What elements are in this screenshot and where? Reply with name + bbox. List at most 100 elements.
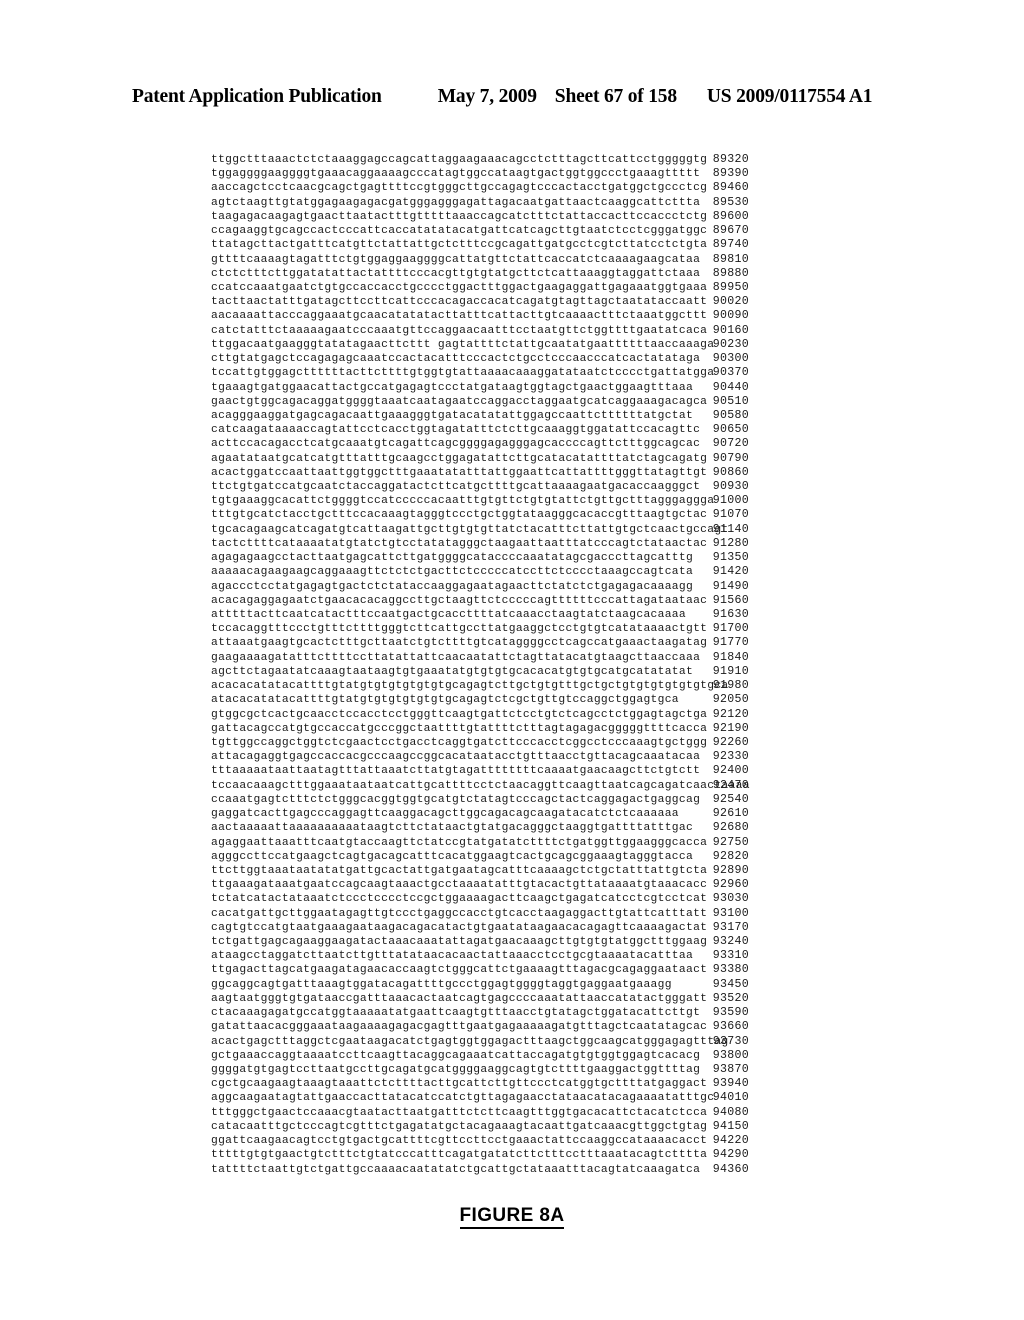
sequence-bases: cgctgcaagaagtaaagtaaattctcttttacttgcattc… (211, 1078, 708, 1091)
sequence-bases: tttaaaaataattaatagtttattaaatcttatgtagatt… (211, 765, 701, 778)
sequence-position-number: 94220 (712, 1134, 749, 1148)
sequence-position-number: 91560 (712, 593, 749, 607)
sequence-bases: ttggctttaaactctctaaaggagccagcattaggaagaa… (211, 154, 708, 166)
sequence-position-number: 90090 (712, 309, 749, 323)
sequence-row: aagtaatgggtgtgataaccgatttaaacactaatcagtg… (211, 992, 811, 1006)
sequence-bases: ggattcaagaacagtcctgtgactgcattttcgttccttc… (211, 1135, 708, 1148)
sequence-position-number: 93310 (712, 949, 749, 963)
sequence-position-number: 93870 (712, 1063, 749, 1076)
sequence-position-number: 90300 (712, 352, 749, 366)
sequence-bases: cagtgtccatgtaatgaaagaataagacagacatactgtg… (211, 921, 708, 934)
sequence-bases: ttggacaatgaagggtatatagaacttcttt gagtattt… (211, 338, 715, 351)
sequence-row: ttcttggtaaataatatatgattgcactattgatgaatag… (211, 864, 811, 878)
sequence-position-number: 89600 (712, 209, 749, 223)
sequence-position-number: 89460 (712, 181, 749, 195)
sequence-position-number: 90160 (712, 323, 749, 337)
sequence-position-number: 91770 (712, 636, 749, 650)
sequence-position-number: 92820 (712, 849, 749, 863)
sequence-position-number: 93800 (712, 1048, 749, 1062)
sequence-bases: ccagaaggtgcagccactcccattcaccatatatacatga… (211, 225, 708, 238)
sequence-bases: ttgagacttagcatgaagatagaacaccaagtctgggcat… (211, 964, 708, 977)
sequence-row: tattttctaattgtctgattgccaaaacaatatatctgca… (211, 1163, 811, 1177)
sequence-position-number: 94080 (712, 1105, 749, 1119)
sequence-bases: aggcaagaatagtattgaaccacttatacatccatctgtt… (211, 1092, 715, 1105)
document-number: US 2009/0117554 A1 (706, 86, 873, 107)
sequence-bases: tacttaactatttgatagcttccttcattcccacagacca… (211, 296, 708, 309)
sequence-position-number: 90440 (712, 380, 749, 394)
sequence-row: acttccacagacctcatgcaaatgtcagattcagcgggga… (211, 437, 811, 451)
page-header: Patent Application Publication May 7, 20… (132, 86, 894, 108)
sequence-row: acactgagctttaggctcgaataagacatctgagtggtgg… (211, 1035, 811, 1049)
sequence-row: tttgtgcatctacctgctttccacaaagtagggtccctgc… (211, 508, 811, 522)
sequence-position-number: 91490 (712, 579, 749, 593)
sequence-bases: tccattgtggagcttttttacttcttttgtggtgtattaa… (211, 367, 715, 380)
sequence-row: tacttaactatttgatagcttccttcattcccacagacca… (211, 295, 811, 309)
figure-caption-text: FIGURE 8A (459, 1205, 565, 1229)
sequence-bases: atttttacttcaatcatactttccaatgactgcacctttt… (211, 609, 686, 621)
sequence-row: agaatataatgcatcatgtttatttgcaagcctggagata… (211, 452, 811, 466)
sequence-row: ccatccaaatgaatctgtgccaccacctgcccctggactt… (211, 281, 811, 295)
sequence-row: aggcaagaatagtattgaaccacttatacatccatctgtt… (211, 1091, 811, 1105)
sequence-bases: acacacatatacattttgtatgtgtgtgtgtgtgcagagt… (211, 680, 729, 693)
sequence-bases: tttgtgcatctacctgctttccacaaagtagggtccctgc… (211, 509, 708, 522)
sequence-row: agtctaagttgtatggagaagagacgatgggagggagatt… (211, 196, 811, 210)
sequence-row: cgctgcaagaagtaaagtaaattctcttttacttgcattc… (211, 1077, 811, 1091)
sequence-bases: tccaacaaagctttggaaataataatcattgcattttcct… (211, 779, 750, 792)
sequence-position-number: 91140 (712, 522, 749, 536)
sequence-bases: aaaaacagaagaagcaggaaagttctctctgacttctccc… (211, 566, 694, 579)
sequence-row: ataagcctaggatcttaatcttgtttatataacacaacta… (211, 949, 811, 963)
sequence-position-number: 93940 (712, 1077, 749, 1091)
sequence-row: gtggcgctcactgcaacctccacctcctgggttcaagtga… (211, 708, 811, 722)
sequence-position-number: 91980 (712, 679, 749, 693)
sequence-bases: gattacagccatgtgccaccatgcccggctaattttgtat… (211, 722, 708, 735)
sequence-row: acacacatatacattttgtatgtgtgtgtgtgtgcagagt… (211, 679, 811, 693)
sequence-position-number: 91700 (712, 622, 749, 636)
sequence-row: catcaagataaaaccagtattcctcacctggtagatattt… (211, 423, 811, 437)
publication-date: May 7, 2009 (437, 86, 537, 107)
sequence-bases: ataagcctaggatcttaatcttgtttatataacacaacta… (211, 950, 694, 963)
sequence-row: tgtgaaaggcacattctggggtccatcccccacaatttgt… (211, 494, 811, 508)
sequence-row: aactaaaaattaaaaaaaaaataagtcttctataactgta… (211, 821, 811, 835)
sequence-position-number: 94010 (712, 1091, 749, 1105)
sequence-bases: gaggatcacttgagcccaggagttcaaggacagcttggca… (211, 808, 679, 821)
sequence-position-number: 94150 (712, 1119, 749, 1133)
sequence-row: ggggatgtgagtccttaatgccttgcagatgcatggggaa… (211, 1063, 811, 1077)
sequence-position-number: 91840 (712, 650, 749, 664)
sequence-row: tttttgtgtgaactgtctttctgtatcccatttcagatga… (211, 1148, 811, 1162)
sequence-row: gattacagccatgtgccaccatgcccggctaattttgtat… (211, 722, 811, 736)
sequence-bases: aacaaaattacccaggaaatgcaacatatatacttatttc… (211, 310, 708, 323)
sequence-bases: catctatttctaaaaagaatcccaaatgttccaggaacaa… (211, 324, 708, 337)
sequence-bases: ccaaatgagtctttctctgggcacggtggtgcatgtctat… (211, 793, 701, 806)
sequence-position-number: 91000 (712, 494, 749, 508)
sequence-position-number: 89740 (712, 238, 749, 252)
sequence-row: tccattgtggagcttttttacttcttttgtggtgtattaa… (211, 366, 811, 380)
sequence-bases: tgaaagtgatggaacattactgccatgagagtccctatga… (211, 381, 694, 394)
sequence-row: ctctctttcttggatatattactattttcccacgttgtgt… (211, 267, 811, 281)
sequence-position-number: 90580 (712, 408, 749, 422)
sequence-position-number: 93660 (712, 1020, 749, 1034)
sequence-row: tctgattgagcagaaggaagatactaaacaaatattagat… (211, 935, 811, 949)
sequence-bases: ggggatgtgagtccttaatgccttgcagatgcatggggaa… (211, 1064, 701, 1076)
sequence-row: tttgggctgaactccaaacgtaatacttaatgatttctct… (211, 1106, 811, 1120)
sequence-row: ttggacaatgaagggtatatagaacttcttt gagtattt… (211, 338, 811, 352)
sequence-position-number: 93520 (712, 991, 749, 1005)
sequence-bases: tctgattgagcagaaggaagatactaaacaaatattagat… (211, 936, 708, 949)
sequence-position-number: 91630 (712, 608, 749, 621)
sequence-position-number: 92190 (712, 721, 749, 735)
sequence-position-number: 93730 (712, 1034, 749, 1048)
sequence-bases: agaccctcctatgagagtgactctctataccaaggagaat… (211, 580, 694, 593)
sequence-row: tggaggggaaggggtgaaacaggaaaagcccatagtggcc… (211, 167, 811, 181)
sequence-row: ccagaaggtgcagccactcccattcaccatatatacatga… (211, 224, 811, 238)
sequence-bases: catcaagataaaaccagtattcctcacctggtagatattt… (211, 424, 701, 437)
sequence-bases: agaggaattaaatttcaatgtaccaagttctatccgtatg… (211, 836, 708, 849)
sequence-bases: gaagaaaagatatttcttttccttatattattcaacaata… (211, 651, 701, 664)
sequence-position-number: 92680 (712, 821, 749, 835)
sequence-row: ttatagcttactgatttcatgttctattattgctctttcc… (211, 238, 811, 252)
sequence-position-number: 90650 (712, 423, 749, 437)
sequence-row: gaagaaaagatatttcttttccttatattattcaacaata… (211, 651, 811, 665)
sequence-row: agaccctcctatgagagtgactctctataccaaggagaat… (211, 580, 811, 594)
sequence-row: catctatttctaaaaagaatcccaaatgttccaggaacaa… (211, 324, 811, 338)
sequence-position-number: 89950 (712, 280, 749, 294)
sequence-bases: ttctgtgatccatgcaatctaccaggatactcttcatgct… (211, 481, 701, 494)
sequence-bases: attaaatgaagtgcactctttgcttaatctgtcttttgtc… (211, 637, 708, 650)
